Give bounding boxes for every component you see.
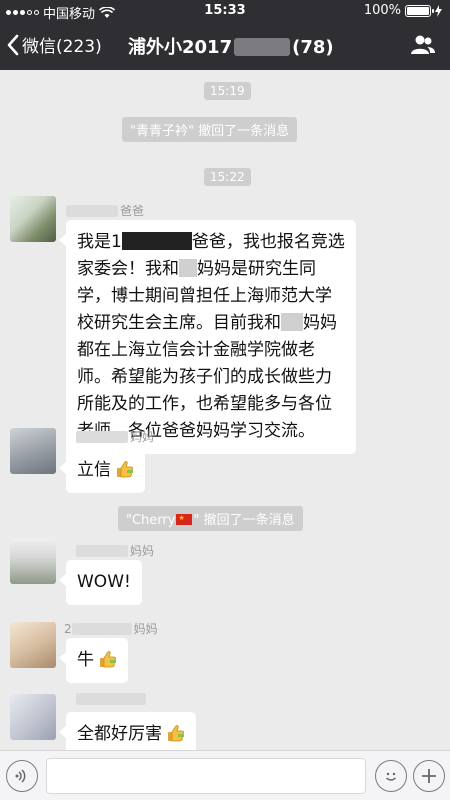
sender-name: 妈妈	[76, 428, 154, 445]
bolt-icon	[435, 4, 442, 17]
battery-fill	[407, 6, 429, 15]
voice-button[interactable]	[6, 760, 38, 792]
status-bar: 中国移动 15:33 100%	[0, 0, 450, 22]
input-bar	[0, 750, 450, 800]
message-bubble[interactable]: 我是1 爸爸，我也报名竞选家委会！我和 妈妈是研究生同学，博士期间曾担任上海师范大学…	[59, 220, 356, 454]
timestamp: 15:19	[204, 82, 251, 100]
message-input[interactable]	[46, 758, 366, 794]
sender-name: 妈妈	[76, 542, 154, 559]
chat-title-prefix: 浦外小2017	[128, 37, 233, 58]
avatar[interactable]	[10, 694, 56, 740]
avatar[interactable]	[10, 428, 56, 474]
message-bubble[interactable]: 牛	[58, 638, 129, 683]
emoji-icon	[386, 772, 396, 781]
back-button[interactable]: 微信(223)	[6, 32, 102, 57]
voice-icon	[15, 769, 26, 783]
recall-notice: "青青子衿" 撤回了一条消息	[122, 117, 298, 142]
thumbs-up-icon	[100, 651, 117, 668]
thumbs-up-icon	[117, 461, 134, 478]
message-bubble[interactable]: 立信	[58, 448, 146, 493]
redacted-title	[234, 38, 291, 56]
plus-button[interactable]	[413, 760, 445, 792]
sender-name: 2 妈妈	[64, 622, 158, 636]
sender-name	[76, 692, 148, 706]
message-bubble[interactable]: WOW!	[59, 560, 142, 605]
chat-title: 浦外小2017 (78)	[128, 33, 334, 59]
status-right: 100%	[364, 3, 442, 18]
avatar[interactable]	[10, 622, 56, 668]
recall-notice: "Cherry" 撤回了一条消息	[118, 506, 303, 531]
back-label: 微信(223)	[22, 37, 102, 57]
sender-name: 爸爸	[66, 202, 144, 219]
chat-area[interactable]: 15:19 "青青子衿" 撤回了一条消息 15:22 爸爸 我是1 爸爸，我也报名…	[0, 70, 450, 750]
member-count: (78)	[292, 37, 334, 58]
timestamp: 15:22	[204, 168, 251, 186]
battery-percent: 100%	[363, 3, 401, 18]
nav-bar: 微信(223) 浦外小2017 (78)	[0, 22, 450, 70]
avatar[interactable]	[10, 538, 56, 584]
group-people-icon	[411, 35, 435, 54]
emoji-button[interactable]	[375, 760, 407, 792]
avatar[interactable]	[10, 196, 56, 242]
thumbs-up-icon	[168, 725, 185, 742]
plus-icon	[422, 769, 436, 783]
group-info-button[interactable]	[410, 34, 436, 60]
china-flag-icon	[176, 514, 193, 525]
message-bubble[interactable]: 全都好厉害	[58, 712, 197, 750]
chevron-left-icon	[7, 34, 19, 55]
battery-icon	[405, 4, 434, 17]
